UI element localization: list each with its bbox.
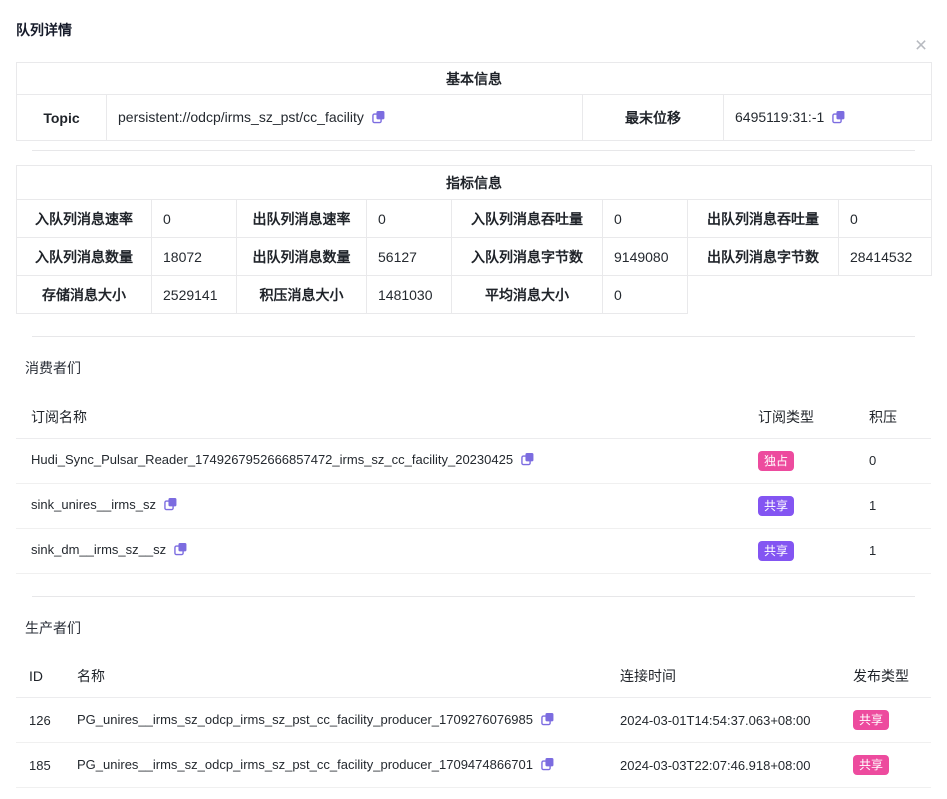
copy-icon[interactable] — [372, 110, 385, 127]
basic-info-table: 基本信息 Topic persistent://odcp/irms_sz_pst… — [16, 62, 932, 141]
subscription-type-badge: 共享 — [758, 541, 794, 561]
dialog-title: 队列详情 — [16, 20, 931, 40]
producer-id: 126 — [16, 698, 64, 743]
metric-value: 18072 — [152, 238, 237, 276]
column-header-id: ID — [16, 656, 64, 698]
subscription-name: Hudi_Sync_Pulsar_Reader_1749267952666857… — [31, 452, 513, 467]
copy-icon[interactable] — [541, 757, 554, 774]
producers-section-title: 生产者们 — [25, 618, 931, 638]
consumers-section-title: 消费者们 — [25, 358, 931, 378]
copy-icon[interactable] — [164, 497, 177, 514]
metric-label: 入队列消息速率 — [17, 200, 152, 238]
topic-value: persistent://odcp/irms_sz_pst/cc_facilit… — [118, 109, 364, 125]
producer-name: PG_unires__irms_sz_odcp_irms_sz_pst_cc_f… — [77, 757, 533, 772]
consumers-table: 订阅名称 订阅类型 积压 Hudi_Sync_Pulsar_Reader_174… — [16, 396, 931, 574]
metrics-row: 入队列消息数量 18072 出队列消息数量 56127 入队列消息字节数 914… — [17, 238, 932, 276]
copy-icon[interactable] — [541, 712, 554, 729]
subscription-type-badge: 共享 — [758, 496, 794, 516]
metric-value: 0 — [603, 276, 688, 314]
producer-row: 126 PG_unires__irms_sz_odcp_irms_sz_pst_… — [16, 698, 931, 743]
backlog-value: 0 — [856, 438, 931, 483]
producers-table: ID 名称 连接时间 发布类型 126 PG_unires__irms_sz_o… — [16, 656, 931, 789]
metrics-row: 存储消息大小 2529141 积压消息大小 1481030 平均消息大小 0 — [17, 276, 932, 314]
metric-label: 入队列消息字节数 — [452, 238, 603, 276]
copy-icon[interactable] — [521, 452, 534, 469]
metric-label: 出队列消息吞吐量 — [688, 200, 839, 238]
producer-connect-time: 2024-03-01T14:54:37.063+08:00 — [607, 698, 840, 743]
column-header-subscription-type: 订阅类型 — [745, 396, 856, 438]
metric-value: 1481030 — [367, 276, 452, 314]
publish-type-badge: 共享 — [853, 710, 889, 730]
topic-label: Topic — [17, 95, 107, 141]
last-offset-label: 最末位移 — [583, 95, 724, 141]
metric-label: 出队列消息字节数 — [688, 238, 839, 276]
subscription-type-badge: 独占 — [758, 451, 794, 471]
section-divider — [32, 150, 915, 151]
consumer-row: sink_dm__irms_sz__sz 共享 1 — [16, 528, 931, 573]
metric-label: 出队列消息数量 — [237, 238, 367, 276]
consumer-row: sink_unires__irms_sz 共享 1 — [16, 483, 931, 528]
producer-id: 185 — [16, 743, 64, 788]
subscription-name: sink_unires__irms_sz — [31, 497, 156, 512]
metrics-table: 指标信息 入队列消息速率 0 出队列消息速率 0 入队列消息吞吐量 0 出队列消… — [16, 165, 932, 314]
copy-icon[interactable] — [174, 542, 187, 559]
metrics-row: 入队列消息速率 0 出队列消息速率 0 入队列消息吞吐量 0 出队列消息吞吐量 … — [17, 200, 932, 238]
basic-info-header: 基本信息 — [17, 63, 932, 95]
copy-icon[interactable] — [832, 110, 845, 127]
column-header-publish-type: 发布类型 — [840, 656, 931, 698]
metric-label: 出队列消息速率 — [237, 200, 367, 238]
producer-connect-time: 2024-03-03T22:07:46.918+08:00 — [607, 743, 840, 788]
close-icon[interactable]: × — [909, 34, 933, 58]
consumer-row: Hudi_Sync_Pulsar_Reader_1749267952666857… — [16, 438, 931, 483]
metric-value: 0 — [603, 200, 688, 238]
metric-label: 入队列消息数量 — [17, 238, 152, 276]
subscription-name: sink_dm__irms_sz__sz — [31, 542, 166, 557]
metric-value: 9149080 — [603, 238, 688, 276]
metric-value: 2529141 — [152, 276, 237, 314]
producer-row: 185 PG_unires__irms_sz_odcp_irms_sz_pst_… — [16, 743, 931, 788]
producer-name: PG_unires__irms_sz_odcp_irms_sz_pst_cc_f… — [77, 712, 533, 727]
metric-value: 56127 — [367, 238, 452, 276]
metric-value: 0 — [839, 200, 932, 238]
column-header-subscription-name: 订阅名称 — [16, 396, 745, 438]
column-header-connect-time: 连接时间 — [607, 656, 840, 698]
metric-value: 0 — [152, 200, 237, 238]
publish-type-badge: 共享 — [853, 755, 889, 775]
empty-cell — [688, 276, 932, 314]
section-divider — [32, 336, 915, 337]
metric-value: 0 — [367, 200, 452, 238]
last-offset-value: 6495119:31:-1 — [735, 109, 824, 125]
metric-label: 入队列消息吞吐量 — [452, 200, 603, 238]
column-header-backlog: 积压 — [856, 396, 931, 438]
metric-value: 28414532 — [839, 238, 932, 276]
metric-label: 平均消息大小 — [452, 276, 603, 314]
backlog-value: 1 — [856, 483, 931, 528]
column-header-name: 名称 — [64, 656, 607, 698]
metric-label: 积压消息大小 — [237, 276, 367, 314]
section-divider — [32, 596, 915, 597]
metrics-header: 指标信息 — [17, 166, 932, 200]
backlog-value: 1 — [856, 528, 931, 573]
metric-label: 存储消息大小 — [17, 276, 152, 314]
